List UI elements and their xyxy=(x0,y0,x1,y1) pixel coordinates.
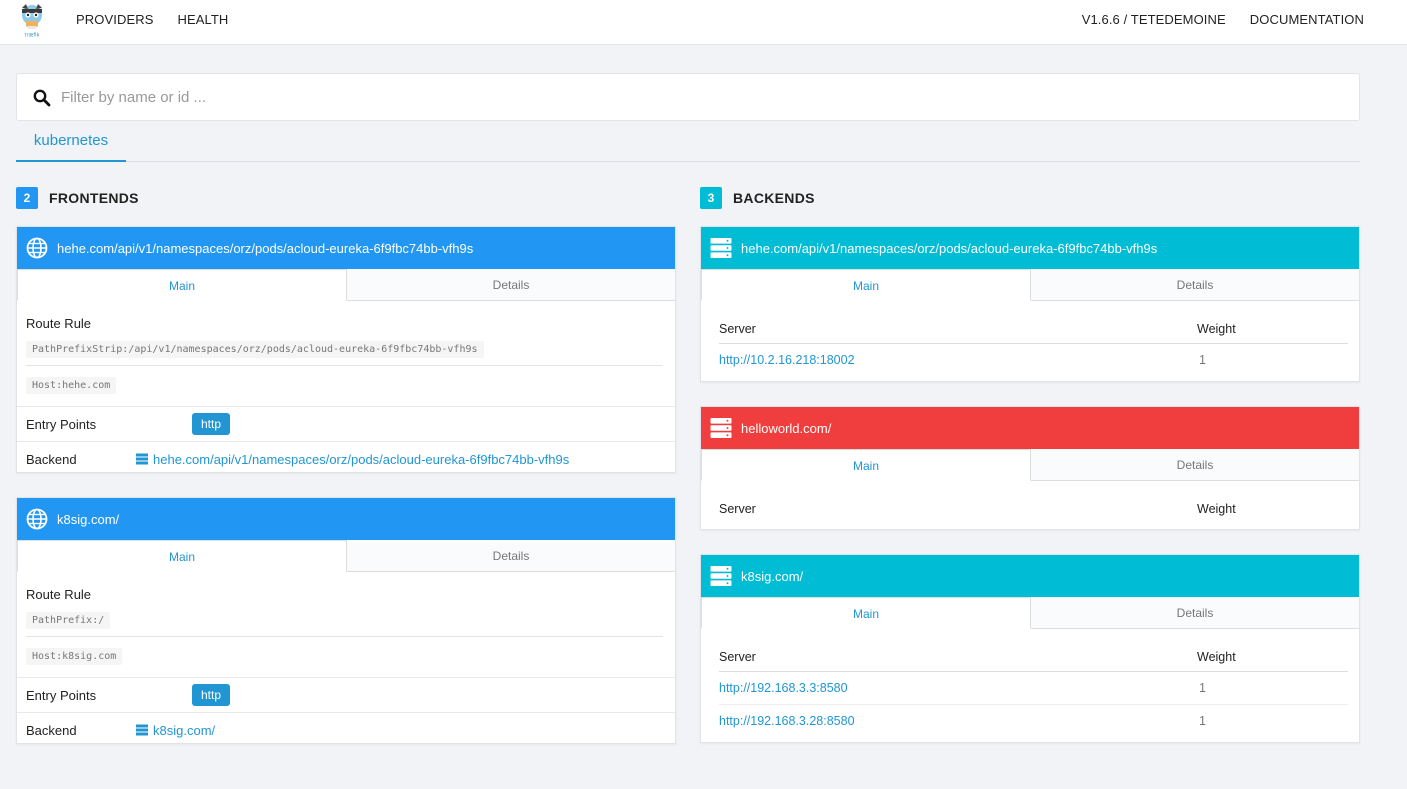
backend-card: helloworld.com/ Main Details Server Weig… xyxy=(700,406,1360,530)
provider-tabs: kubernetes xyxy=(16,126,1360,162)
route-rule-value: Host:hehe.com xyxy=(26,377,117,394)
backend-name: helloworld.com/ xyxy=(741,420,832,436)
nav-providers-link[interactable]: PROVIDERS xyxy=(76,12,153,27)
backend-card-tabs: Main Details xyxy=(701,269,1359,301)
server-icon xyxy=(710,238,732,258)
nav-health-link[interactable]: HEALTH xyxy=(177,12,228,27)
server-icon xyxy=(136,724,148,736)
servers-table: Server Weight http://192.168.3.3:8580 1 … xyxy=(701,629,1359,736)
backend-card: k8sig.com/ Main Details Server Weight ht… xyxy=(700,554,1360,743)
search-icon xyxy=(33,89,51,107)
server-icon xyxy=(710,566,732,586)
backend-link[interactable]: k8sig.com/ xyxy=(136,723,215,738)
servers-table: Server Weight http://10.2.16.218:18002 1 xyxy=(701,301,1359,376)
table-header: Server Weight xyxy=(719,629,1348,672)
frontend-card-tabs: Main Details xyxy=(17,540,675,572)
backend-name: hehe.com/api/v1/namespaces/orz/pods/aclo… xyxy=(741,240,1158,256)
svg-text:træfik: træfik xyxy=(25,33,40,39)
frontend-card-body: Route Rule PathPrefix:/ Host:k8sig.com E… xyxy=(17,587,675,743)
frontend-card: hehe.com/api/v1/namespaces/orz/pods/aclo… xyxy=(16,226,676,473)
server-column-header: Server xyxy=(719,502,756,516)
table-row: http://192.168.3.28:8580 1 xyxy=(719,704,1348,736)
frontend-card-body: Route Rule PathPrefixStrip:/api/v1/names… xyxy=(17,316,675,472)
server-icon xyxy=(710,418,732,438)
entry-points-label: Entry Points xyxy=(26,416,97,432)
server-column-header: Server xyxy=(719,649,756,664)
server-column-header: Server xyxy=(719,321,756,336)
tab-kubernetes[interactable]: kubernetes xyxy=(16,126,126,162)
tab-details[interactable]: Details xyxy=(347,540,675,571)
server-url-link[interactable]: http://192.168.3.28:8580 xyxy=(719,714,1197,728)
tab-main[interactable]: Main xyxy=(17,269,347,301)
frontend-card-header: hehe.com/api/v1/namespaces/orz/pods/aclo… xyxy=(17,227,675,269)
server-weight: 1 xyxy=(1199,681,1206,695)
frontends-title: FRONTENDS xyxy=(49,190,139,206)
route-rule-label: Route Rule xyxy=(26,587,92,602)
documentation-link[interactable]: DOCUMENTATION xyxy=(1250,12,1364,27)
tab-main[interactable]: Main xyxy=(701,269,1031,301)
table-row: http://192.168.3.3:8580 1 xyxy=(719,672,1348,704)
search-input[interactable] xyxy=(61,74,1341,120)
globe-icon xyxy=(26,237,48,259)
backend-card: hehe.com/api/v1/namespaces/orz/pods/aclo… xyxy=(700,226,1360,382)
entry-points-row: Entry Points http xyxy=(17,406,675,441)
frontend-card-header: k8sig.com/ xyxy=(17,498,675,540)
tab-main[interactable]: Main xyxy=(701,449,1031,481)
table-header: Server Weight xyxy=(719,301,1348,344)
tab-main[interactable]: Main xyxy=(701,597,1031,629)
route-rule-value: PathPrefix:/ xyxy=(26,612,111,629)
backends-title: BACKENDS xyxy=(733,190,815,206)
backend-link[interactable]: hehe.com/api/v1/namespaces/orz/pods/aclo… xyxy=(136,452,569,467)
frontend-name: hehe.com/api/v1/namespaces/orz/pods/aclo… xyxy=(57,240,474,256)
server-url-link[interactable]: http://192.168.3.3:8580 xyxy=(719,681,1197,695)
table-row: http://10.2.16.218:18002 1 xyxy=(719,344,1348,376)
route-rule-value: PathPrefixStrip:/api/v1/namespaces/orz/p… xyxy=(26,341,484,358)
backend-card-header: helloworld.com/ xyxy=(701,407,1359,449)
frontend-name: k8sig.com/ xyxy=(57,511,120,527)
backend-name: k8sig.com/ xyxy=(741,568,804,584)
top-navbar: træfik PROVIDERS HEALTH V1.6.6 / TETEDEM… xyxy=(0,0,1407,45)
backends-count-badge: 3 xyxy=(700,187,722,209)
servers-table: Server Weight xyxy=(701,481,1359,524)
backend-card-header: k8sig.com/ xyxy=(701,555,1359,597)
server-url-link[interactable]: http://10.2.16.218:18002 xyxy=(719,353,1197,367)
frontend-card: k8sig.com/ Main Details Route Rule PathP… xyxy=(16,497,676,744)
frontends-header: 2 FRONTENDS xyxy=(16,187,139,209)
backend-link-text: hehe.com/api/v1/namespaces/orz/pods/aclo… xyxy=(153,451,570,467)
backend-card-header: hehe.com/api/v1/namespaces/orz/pods/aclo… xyxy=(701,227,1359,269)
server-icon xyxy=(136,453,148,465)
tab-main[interactable]: Main xyxy=(17,540,347,572)
backend-row: Backend hehe.com/api/v1/namespaces/orz/p… xyxy=(17,441,675,472)
backend-card-tabs: Main Details xyxy=(701,449,1359,481)
tab-details[interactable]: Details xyxy=(1031,449,1359,480)
globe-icon xyxy=(26,508,48,530)
weight-column-header: Weight xyxy=(1197,321,1236,336)
frontends-count-badge: 2 xyxy=(16,187,38,209)
route-rule-label: Route Rule xyxy=(26,316,92,331)
tab-details[interactable]: Details xyxy=(347,269,675,300)
entry-point-badge: http xyxy=(192,413,231,435)
version-link[interactable]: V1.6.6 / TETEDEMOINE xyxy=(1082,12,1226,27)
entry-points-row: Entry Points http xyxy=(17,677,675,712)
entry-point-badge: http xyxy=(192,684,231,706)
route-rule-value: Host:k8sig.com xyxy=(26,648,123,665)
table-header: Server Weight xyxy=(719,481,1348,524)
backend-row: Backend k8sig.com/ xyxy=(17,712,675,743)
server-weight: 1 xyxy=(1199,713,1206,728)
tab-details[interactable]: Details xyxy=(1031,269,1359,300)
weight-column-header: Weight xyxy=(1197,502,1236,516)
backend-card-tabs: Main Details xyxy=(701,597,1359,629)
backend-link-text: k8sig.com/ xyxy=(153,722,216,738)
entry-points-label: Entry Points xyxy=(26,687,97,703)
server-weight: 1 xyxy=(1199,353,1206,367)
frontend-card-tabs: Main Details xyxy=(17,269,675,301)
traefik-logo-icon[interactable]: træfik xyxy=(18,2,46,38)
weight-column-header: Weight xyxy=(1197,649,1236,664)
search-bar xyxy=(16,73,1360,121)
tab-details[interactable]: Details xyxy=(1031,597,1359,628)
backends-header: 3 BACKENDS xyxy=(700,187,815,209)
